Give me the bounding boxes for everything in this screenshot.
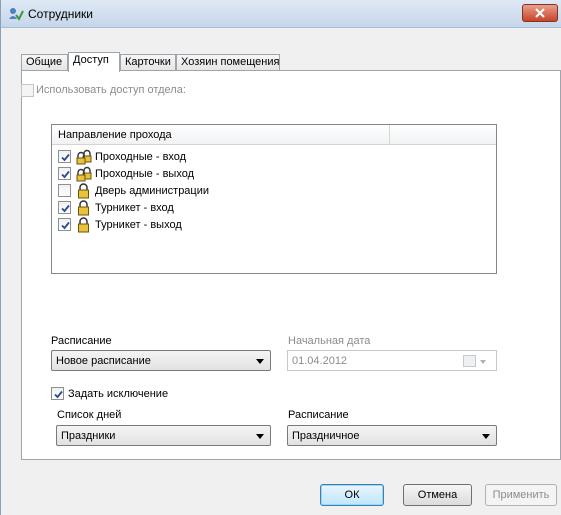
title-bar[interactable]: Сотрудники <box>1 0 561 28</box>
close-button[interactable] <box>522 4 558 22</box>
item-label: Турникет - вход <box>95 202 174 214</box>
checkmark-icon <box>61 170 70 179</box>
lock-icon <box>78 200 89 216</box>
item-label: Проходные - вход <box>95 151 187 163</box>
double-lock-icon <box>76 149 92 165</box>
exception-schedule-combo[interactable]: Праздничное <box>287 425 497 446</box>
item-checkbox[interactable] <box>58 150 71 163</box>
item-label: Турникет - выход <box>95 219 182 231</box>
tab-general[interactable]: Общие <box>21 54 68 71</box>
passage-direction-header: Направление прохода <box>58 129 172 141</box>
list-item[interactable]: Проходные - вход <box>58 149 478 165</box>
day-list-combo[interactable]: Праздники <box>56 425 271 446</box>
tab-room-owner[interactable]: Хозяин помещения <box>176 54 280 71</box>
list-header[interactable]: Направление прохода <box>52 125 496 145</box>
list-item[interactable]: Турникет - выход <box>58 217 478 233</box>
checkmark-icon <box>61 204 70 213</box>
schedule-label: Расписание <box>51 335 112 347</box>
tab-cards[interactable]: Карточки <box>120 54 176 71</box>
chevron-down-icon <box>482 434 490 439</box>
ok-button[interactable]: ОК <box>320 484 384 506</box>
start-date-value: 01.04.2012 <box>292 355 348 367</box>
tab-access[interactable]: Доступ <box>68 52 120 72</box>
apply-button[interactable]: Применить <box>485 484 557 506</box>
item-checkbox[interactable] <box>58 201 71 214</box>
checkmark-icon <box>61 221 70 230</box>
employees-app-icon <box>9 8 24 21</box>
calendar-icon[interactable] <box>463 355 476 367</box>
set-exception-checkbox[interactable] <box>51 387 64 400</box>
checkmark-icon <box>61 153 70 162</box>
list-item[interactable]: Дверь администрации <box>58 183 478 199</box>
use-dept-access-label: Использовать доступ отдела: <box>36 84 186 96</box>
chevron-down-icon <box>256 434 264 439</box>
lock-icon <box>78 183 89 199</box>
close-icon <box>535 8 545 18</box>
column-separator[interactable] <box>389 125 390 145</box>
schedule-value: Новое расписание <box>56 355 151 367</box>
item-checkbox[interactable] <box>58 218 71 231</box>
start-date-field[interactable]: 01.04.2012 <box>287 350 497 371</box>
cancel-button[interactable]: Отмена <box>403 484 472 506</box>
double-lock-icon <box>76 166 92 182</box>
use-dept-access-checkbox[interactable] <box>21 84 34 97</box>
passage-direction-list[interactable]: Направление прохода Проходные - вход Про… <box>51 124 497 274</box>
employees-window: Сотрудники Общие Доступ Карточки Хозяин … <box>0 0 561 515</box>
lock-icon <box>78 217 89 233</box>
exception-schedule-label: Расписание <box>288 409 349 421</box>
chevron-down-icon <box>256 359 264 364</box>
item-checkbox[interactable] <box>58 167 71 180</box>
item-label: Дверь администрации <box>95 185 210 197</box>
day-list-value: Праздники <box>61 430 116 442</box>
list-item[interactable]: Проходные - выход <box>58 166 478 182</box>
exception-schedule-value: Праздничное <box>292 430 360 442</box>
checkmark-icon <box>54 390 63 399</box>
window-title: Сотрудники <box>28 7 93 21</box>
item-checkbox[interactable] <box>58 184 71 197</box>
item-label: Проходные - выход <box>95 168 194 180</box>
start-date-label: Начальная дата <box>288 335 371 347</box>
list-item[interactable]: Турникет - вход <box>58 200 478 216</box>
chevron-down-icon <box>480 360 486 364</box>
schedule-combo[interactable]: Новое расписание <box>51 350 271 371</box>
day-list-label: Список дней <box>57 409 122 421</box>
set-exception-label: Задать исключение <box>68 388 169 400</box>
